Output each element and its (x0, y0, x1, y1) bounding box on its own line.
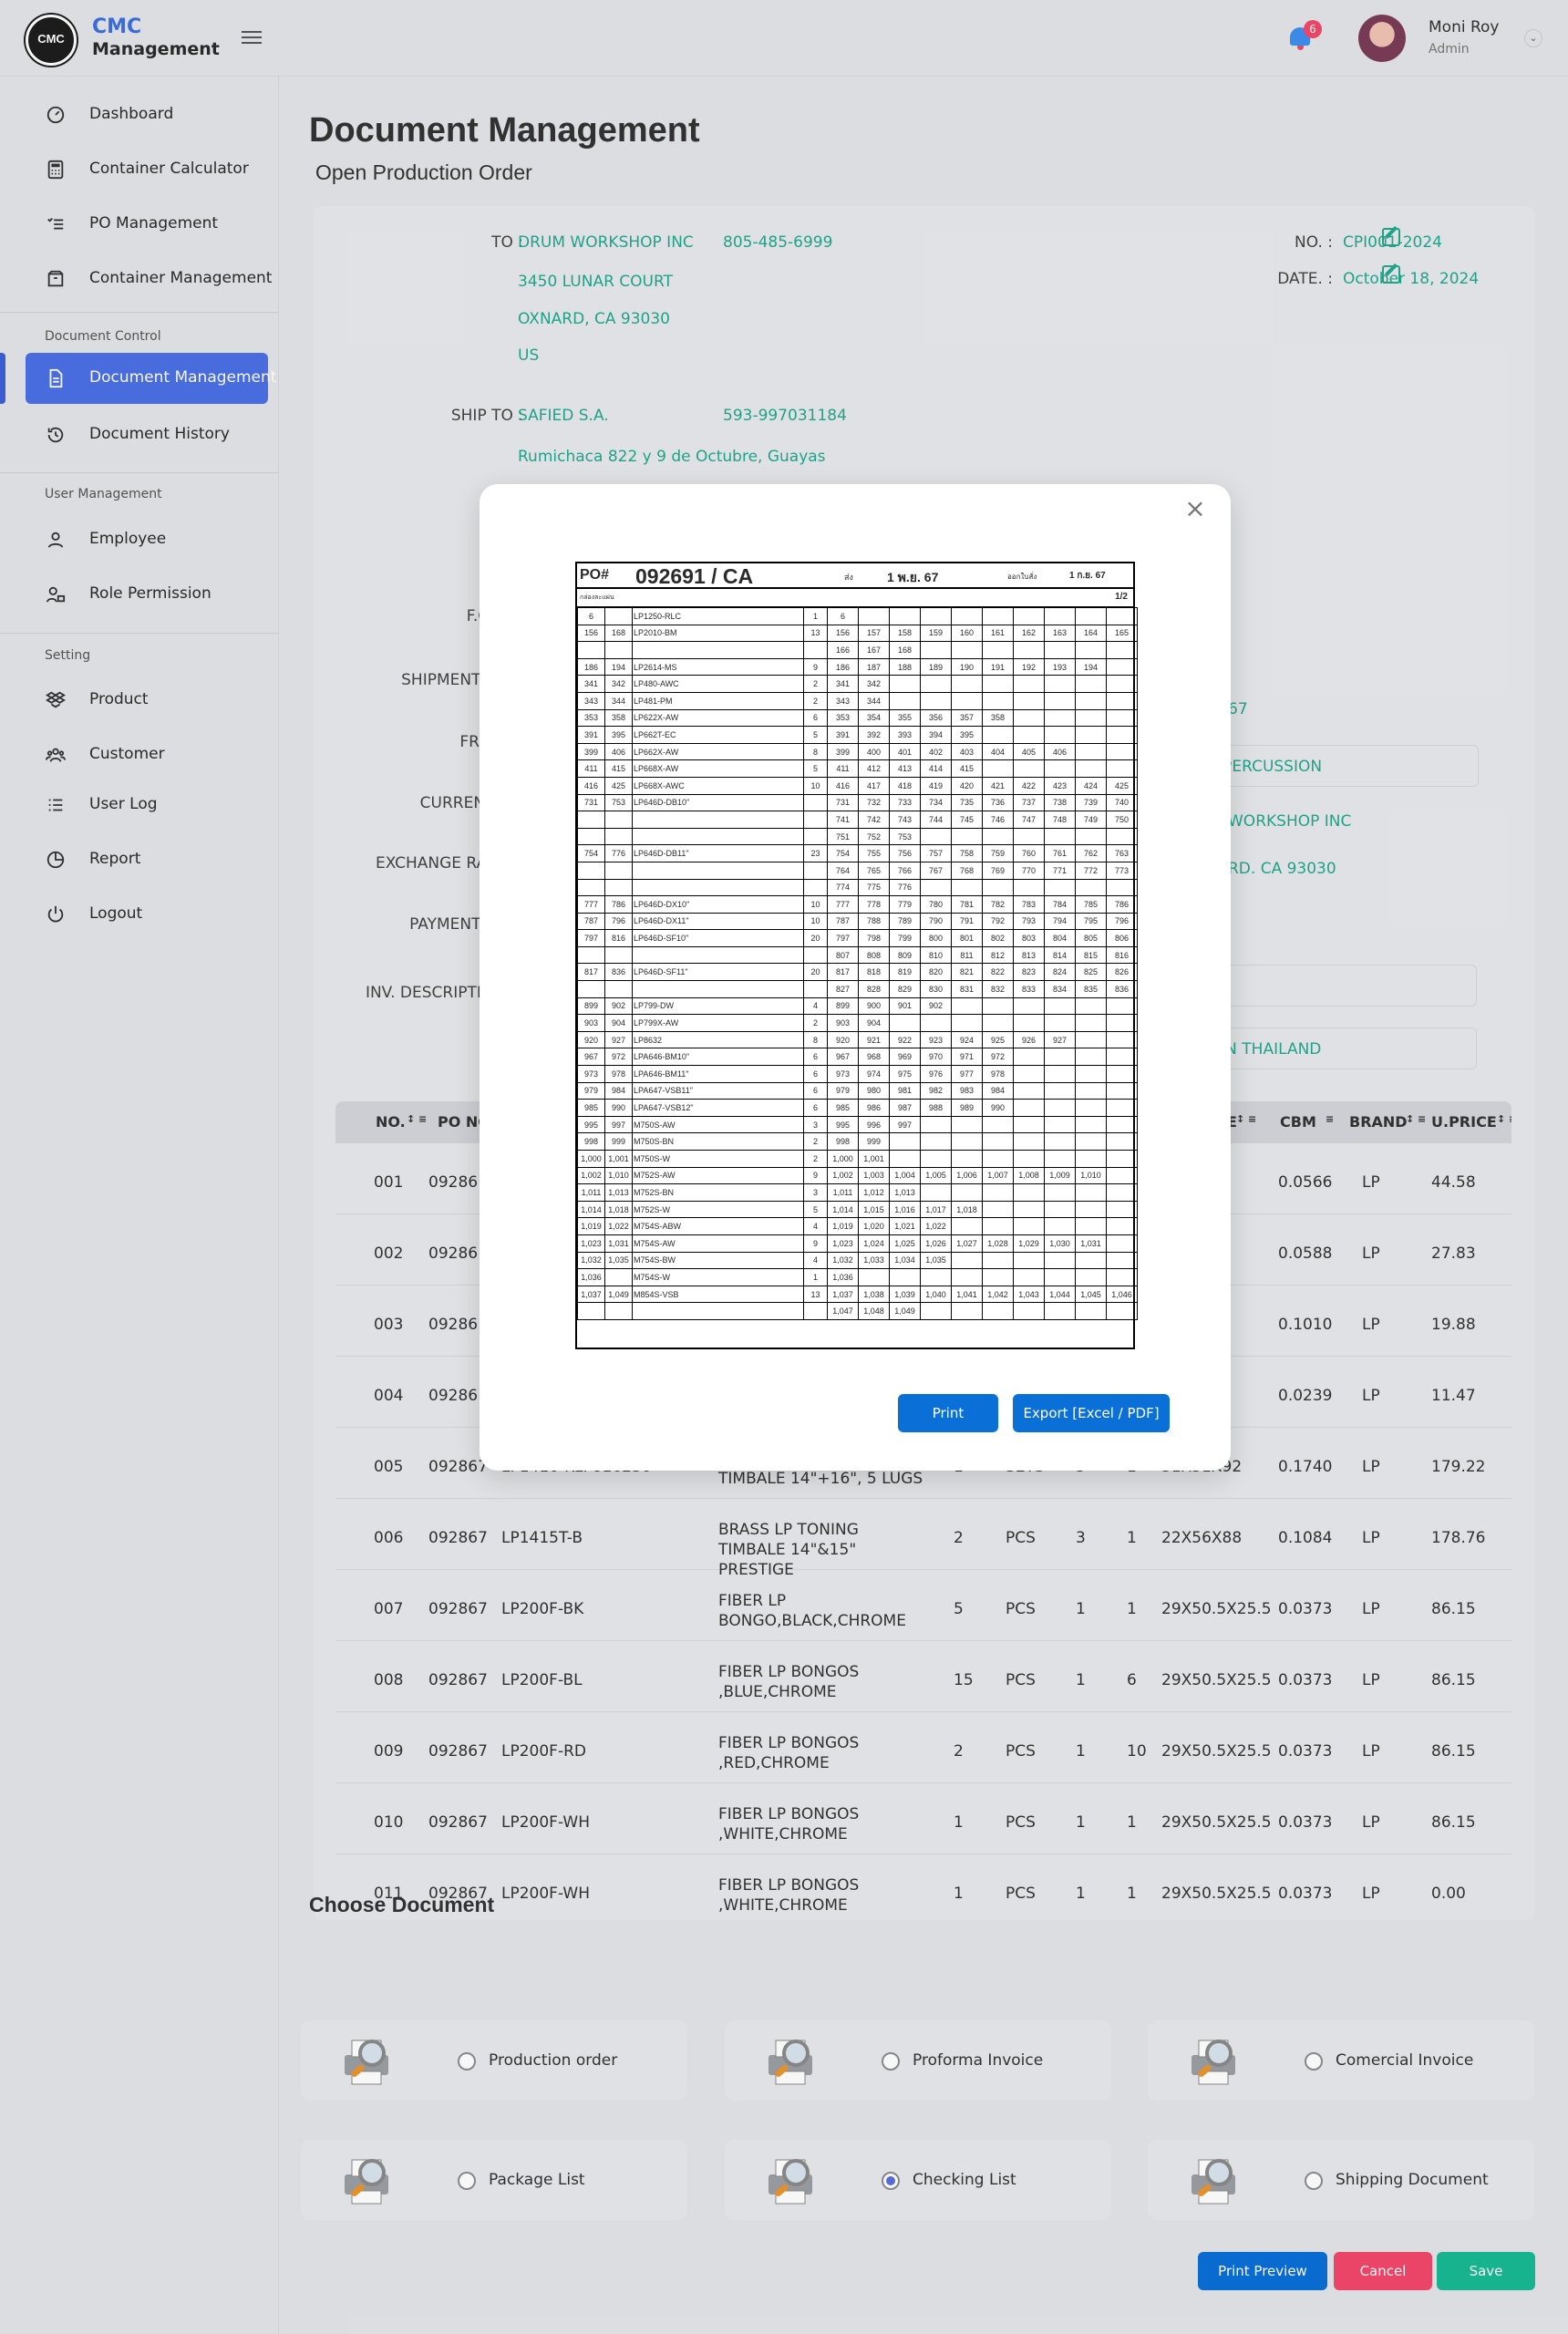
checking-list-row: 156 168 LP2010-BM 13 156 157 158 159 160 161 162 16… (577, 624, 1138, 643)
doc-right-label: ออกใบสั่ง (1007, 573, 1037, 581)
checking-list-row: 985 990 LPA647-VSB12" 6 985 986 987 988 989 990 (577, 1099, 1138, 1117)
checking-list-row: 416 425 LP668X-AWC 10 416 417 418 419 420 421 422 4… (577, 776, 1138, 795)
checking-list-row: 777 786 LP646D-DX10" 10 777 778 779 780 781 782 78… (577, 895, 1138, 914)
checking-list-row: 341 342 LP480-AWC 2 341 342 (577, 675, 1138, 693)
doc-po-label: PO# (580, 567, 610, 583)
doc-mid-label: ส่ง (844, 573, 853, 582)
checking-list-row: 787 796 LP646D-DX11" 10 787 788 789 790 791 792 79… (577, 912, 1138, 931)
checking-list-row: 1,036 M754S-W 1 1,036 (577, 1268, 1138, 1286)
checking-list-row: 920 927 LP8632 8 920 921 922 923 924 925 926 927 (577, 1030, 1138, 1049)
checking-list-row: 998 999 M750S-BN 2 998 999 (577, 1132, 1138, 1151)
checking-list-row: 1,032 1,035 M754S-BW 4 1,032 1,033 1,034 1,035 (577, 1251, 1138, 1270)
doc-mid-date: 1 พ.ย. 67 (887, 570, 939, 584)
checking-list-row: 797 816 LP646D-SF10" 20 797 798 799 800 801 802 80… (577, 929, 1138, 947)
checking-list-row: 1,019 1,022 M754S-ABW 4 1,019 1,020 1,021 1,022 (577, 1217, 1138, 1235)
doc-right-date: 1 ก.ย. 67 (1069, 571, 1106, 581)
close-icon[interactable]: × (1181, 493, 1209, 523)
doc-page: 1/2 (1115, 592, 1128, 602)
checking-list-row: 1,011 1,013 M752S-BN 3 1,011 1,012 1,013 (577, 1183, 1138, 1202)
checking-list-row: 186 194 LP2614-MS 9 186 187 188 189 190 191 192 193… (577, 657, 1138, 676)
checking-list-row: 774 775 776 (577, 878, 1138, 897)
checking-list-row: 731 753 LP646D-DB10" 731 732 733 734 735 736 737 7… (577, 793, 1138, 812)
checking-list-row: 399 406 LP662X-AW 8 399 400 401 402 403 404 405 406 (577, 742, 1138, 761)
checking-list-row: 899 902 LP799-DW 4 899 900 901 902 (577, 997, 1138, 1016)
checking-list-row: 995 997 M750S-AW 3 995 996 997 (577, 1115, 1138, 1134)
checking-list-row: 967 972 LPA646-BM10" 6 967 968 969 970 971 972 (577, 1048, 1138, 1067)
document-header: PO# 092691 / CA ส่ง 1 พ.ย. 67 ออกใบสั่ง … (577, 563, 1133, 589)
checking-list-row: 6 LP1250-RLC 1 6 (577, 607, 1138, 625)
print-preview-modal: × PO# 092691 / CA ส่ง 1 พ.ย. 67 ออกใบสั่… (480, 484, 1231, 1471)
checking-list-row: 754 776 LP646D-DB11" 23 754 755 756 757 758 759 76… (577, 844, 1138, 862)
checking-list-row: 817 836 LP646D-SF11" 20 817 818 819 820 821 822 82… (577, 963, 1138, 982)
checking-list-row: 973 978 LPA646-BM11" 6 973 974 975 976 977 978 (577, 1065, 1138, 1083)
checking-list-document: PO# 092691 / CA ส่ง 1 พ.ย. 67 ออกใบสั่ง … (575, 562, 1138, 1349)
checking-list-row: 741 742 743 744 745 746 747 748 749 750 (577, 811, 1138, 829)
export-button[interactable]: Export [Excel / PDF] (1013, 1394, 1170, 1432)
checking-list-row: 343 344 LP481-PM 2 343 344 (577, 691, 1138, 710)
checking-list-row: 903 904 LP799X-AW 2 903 904 (577, 1014, 1138, 1032)
checking-list-row: 1,000 1,001 M750S-W 2 1,000 1,001 (577, 1150, 1138, 1168)
checking-list-row: 353 358 LP622X-AW 6 353 354 355 356 357 358 (577, 708, 1138, 728)
doc-sub-label: กล่องละแผ่น (580, 594, 614, 601)
checking-list-row: 166 167 168 (577, 641, 1138, 659)
checking-list-row: 411 415 LP668X-AW 5 411 412 413 414 415 (577, 759, 1138, 778)
checking-list-row: 979 984 LPA647-VSB11" 6 979 980 981 982 983 984 (577, 1081, 1138, 1100)
checking-list-row: 1,014 1,018 M752S-W 5 1,014 1,015 1,016 1,017 1,… (577, 1200, 1138, 1219)
checking-list-row: 807 808 809 810 811 812 813 814 815 816 (577, 945, 1138, 965)
doc-po-number: 092691 / CA (635, 564, 754, 588)
checking-list-row: 1,047 1,048 1,049 (577, 1302, 1138, 1320)
checking-list-row: 751 752 753 (577, 827, 1138, 846)
checking-list-row: 1,002 1,010 M752S-AW 9 1,002 1,003 1,004 1,005 1… (577, 1166, 1138, 1185)
checking-list-row: 764 765 766 767 768 769 770 771 772 773 (577, 861, 1138, 880)
checking-list-row: 391 395 LP662T-EC 5 391 392 393 394 395 (577, 726, 1138, 744)
checking-list-row: 827 828 829 830 831 832 833 834 835 836 (577, 980, 1138, 998)
print-button[interactable]: Print (898, 1394, 998, 1432)
checking-list-row: 1,023 1,031 M754S-AW 9 1,023 1,024 1,025 1,026 1… (577, 1234, 1138, 1253)
checking-list-row: 1,037 1,049 M854S-VSB 13 1,037 1,038 1,039 1,04… (577, 1285, 1138, 1304)
checking-list-table: 6 LP1250-RLC 1 6 156 168 LP2010-BM 13 156 157 158 1… (577, 607, 1138, 1320)
